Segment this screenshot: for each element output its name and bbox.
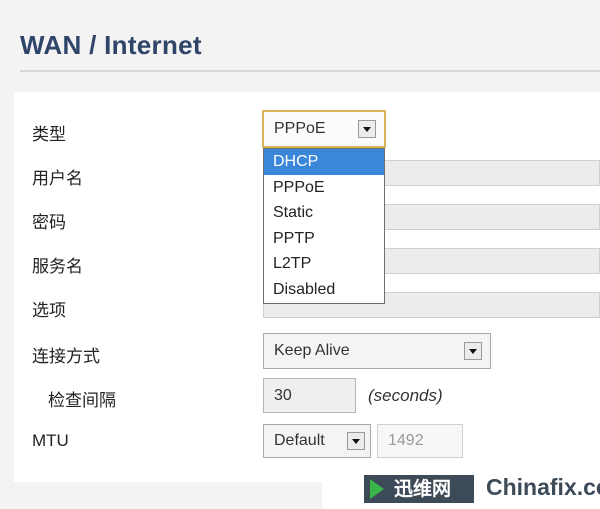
- watermark-site-text: Chinafix.com: [486, 474, 600, 500]
- mtu-input[interactable]: 1492: [377, 424, 463, 458]
- mtu-label: MTU: [32, 431, 69, 450]
- username-label: 用户名: [32, 169, 83, 189]
- type-option-l2tp[interactable]: L2TP: [264, 251, 384, 277]
- type-option-dhcp[interactable]: DHCP: [264, 149, 384, 175]
- connection-mode-select[interactable]: Keep Alive: [263, 333, 491, 369]
- logo-arrow-icon: [370, 479, 384, 499]
- watermark-logo-text: 迅维网: [394, 478, 452, 500]
- type-select[interactable]: PPPoE: [262, 110, 386, 148]
- mtu-value: 1492: [388, 432, 424, 449]
- watermark-logo: 迅维网: [364, 475, 474, 503]
- type-option-pptp[interactable]: PPTP: [264, 226, 384, 252]
- check-interval-label: 检查间隔: [48, 391, 116, 411]
- type-option-pppoe[interactable]: PPPoE: [264, 175, 384, 201]
- connection-mode-label: 连接方式: [32, 347, 100, 367]
- type-label: 类型: [32, 125, 66, 145]
- service-name-label: 服务名: [32, 257, 83, 277]
- type-dropdown-list: DHCP PPPoE Static PPTP L2TP Disabled: [263, 148, 385, 304]
- type-option-static[interactable]: Static: [264, 200, 384, 226]
- page-title: WAN / Internet: [20, 30, 202, 60]
- type-option-disabled[interactable]: Disabled: [264, 277, 384, 303]
- mtu-mode-value: Default: [274, 432, 325, 449]
- watermark: 迅维网 Chinafix.com: [322, 469, 600, 509]
- chevron-down-icon[interactable]: [464, 342, 482, 360]
- chevron-down-icon[interactable]: [358, 120, 376, 138]
- check-interval-unit: (seconds): [368, 386, 443, 405]
- check-interval-input[interactable]: 30: [263, 378, 356, 413]
- check-interval-value: 30: [274, 386, 292, 404]
- mtu-mode-select[interactable]: Default: [263, 424, 371, 458]
- options-label: 选项: [32, 301, 66, 321]
- title-divider: [20, 70, 600, 72]
- connection-mode-value: Keep Alive: [274, 342, 350, 359]
- chevron-down-icon[interactable]: [347, 432, 365, 450]
- password-label: 密码: [32, 213, 66, 233]
- type-select-value: PPPoE: [274, 120, 326, 137]
